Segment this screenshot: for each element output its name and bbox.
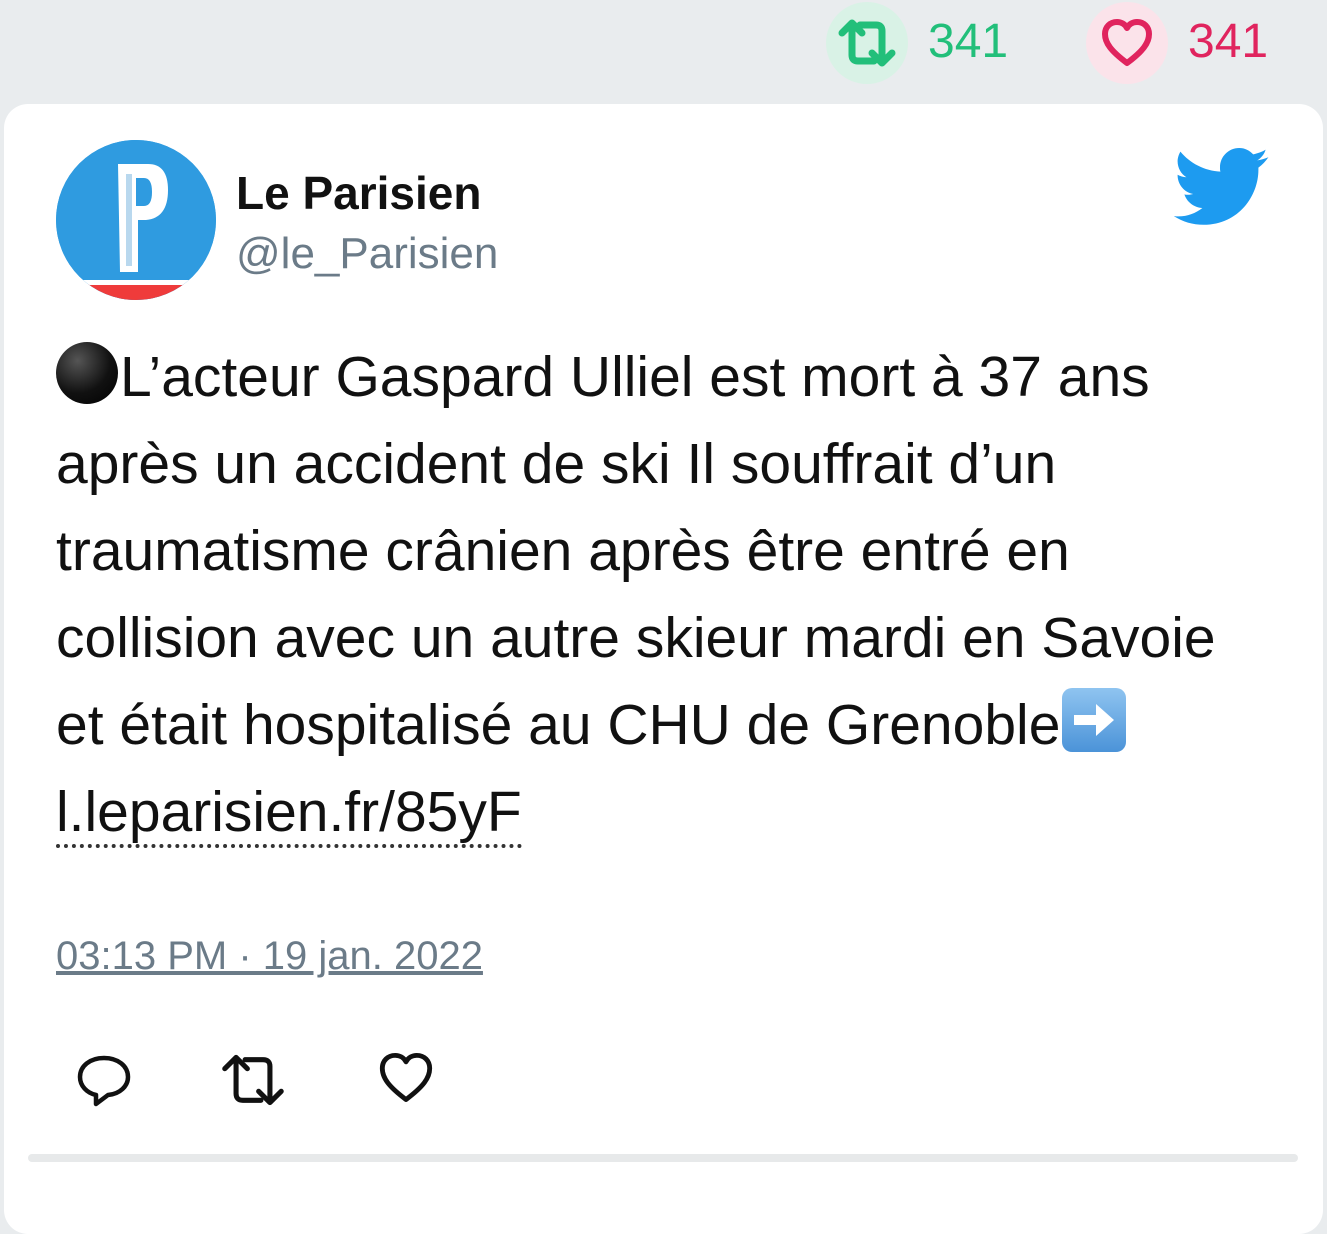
tweet-timestamp[interactable]: 03:13 PM · 19 jan. 2022 xyxy=(56,932,483,980)
tweet-card: Le Parisien @le_Parisien L’acteur Gaspar… xyxy=(4,104,1323,1234)
tweet-text: L’acteur Gaspard Ulliel est mort à 37 an… xyxy=(56,334,1256,856)
engagement-stats-bar: 341 341 xyxy=(0,0,1327,100)
reply-icon[interactable] xyxy=(74,1052,134,1108)
twitter-bird-icon[interactable] xyxy=(1173,148,1270,228)
retweet-action-icon[interactable] xyxy=(218,1052,284,1108)
divider xyxy=(28,1154,1298,1162)
like-icon[interactable] xyxy=(378,1052,438,1108)
tweet-body: L’acteur Gaspard Ulliel est mort à 37 an… xyxy=(56,345,1216,757)
like-count: 341 xyxy=(1188,15,1269,68)
retweet-count: 341 xyxy=(928,15,1009,68)
black-circle-emoji xyxy=(56,342,118,404)
author-name[interactable]: Le Parisien xyxy=(236,166,481,220)
author-handle[interactable]: @le_Parisien xyxy=(236,228,498,280)
avatar[interactable] xyxy=(56,140,216,300)
right-arrow-emoji xyxy=(1062,688,1127,752)
tweet-link[interactable]: l.leparisien.fr/85yF xyxy=(56,780,522,848)
retweet-icon[interactable] xyxy=(826,2,908,84)
heart-icon[interactable] xyxy=(1086,2,1168,84)
